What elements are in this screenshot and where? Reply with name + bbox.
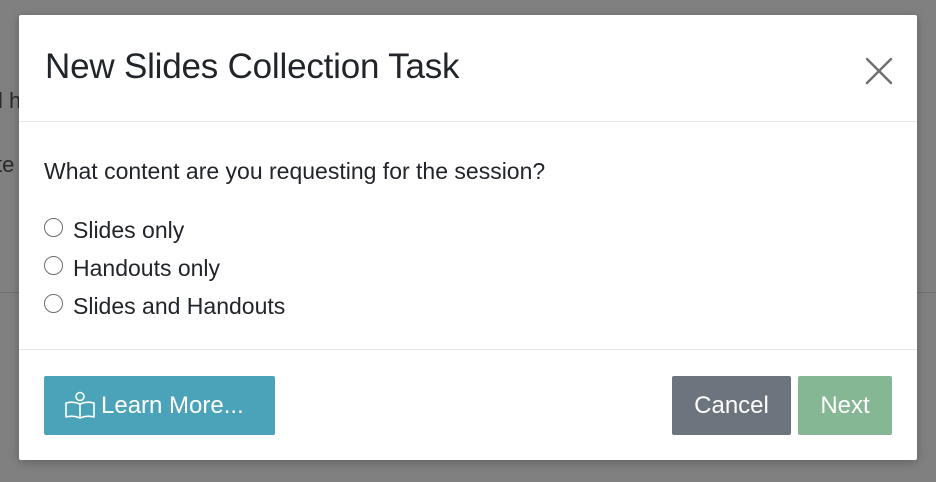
cancel-button[interactable]: Cancel xyxy=(672,376,791,435)
book-reader-icon xyxy=(64,390,96,422)
radio-label: Handouts only xyxy=(73,254,221,281)
next-button[interactable]: Next xyxy=(798,376,892,435)
radio-button[interactable] xyxy=(44,255,63,275)
radio-option-slides-only[interactable]: Slides only xyxy=(44,215,184,245)
dialog-body: What content are you requesting for the … xyxy=(19,123,917,350)
modal-backdrop[interactable]: l h te New Slides Collection Task What c… xyxy=(0,0,936,482)
content-question: What content are you requesting for the … xyxy=(44,158,546,184)
radio-button[interactable] xyxy=(44,217,63,237)
radio-option-slides-and-handouts[interactable]: Slides and Handouts xyxy=(44,291,285,321)
new-task-dialog: New Slides Collection Task What content … xyxy=(19,15,917,460)
close-button[interactable] xyxy=(861,53,897,89)
background-text: te xyxy=(0,152,15,177)
radio-label: Slides only xyxy=(73,216,185,243)
radio-option-handouts-only[interactable]: Handouts only xyxy=(44,253,220,283)
close-icon xyxy=(865,57,893,85)
radio-button[interactable] xyxy=(44,293,63,313)
learn-more-label: Learn More... xyxy=(101,391,244,419)
dialog-title: New Slides Collection Task xyxy=(45,47,460,86)
dialog-header: New Slides Collection Task xyxy=(19,15,917,122)
learn-more-button[interactable]: Learn More... xyxy=(44,376,275,435)
dialog-footer: Learn More... Cancel Next xyxy=(19,350,917,460)
radio-label: Slides and Handouts xyxy=(73,292,286,319)
